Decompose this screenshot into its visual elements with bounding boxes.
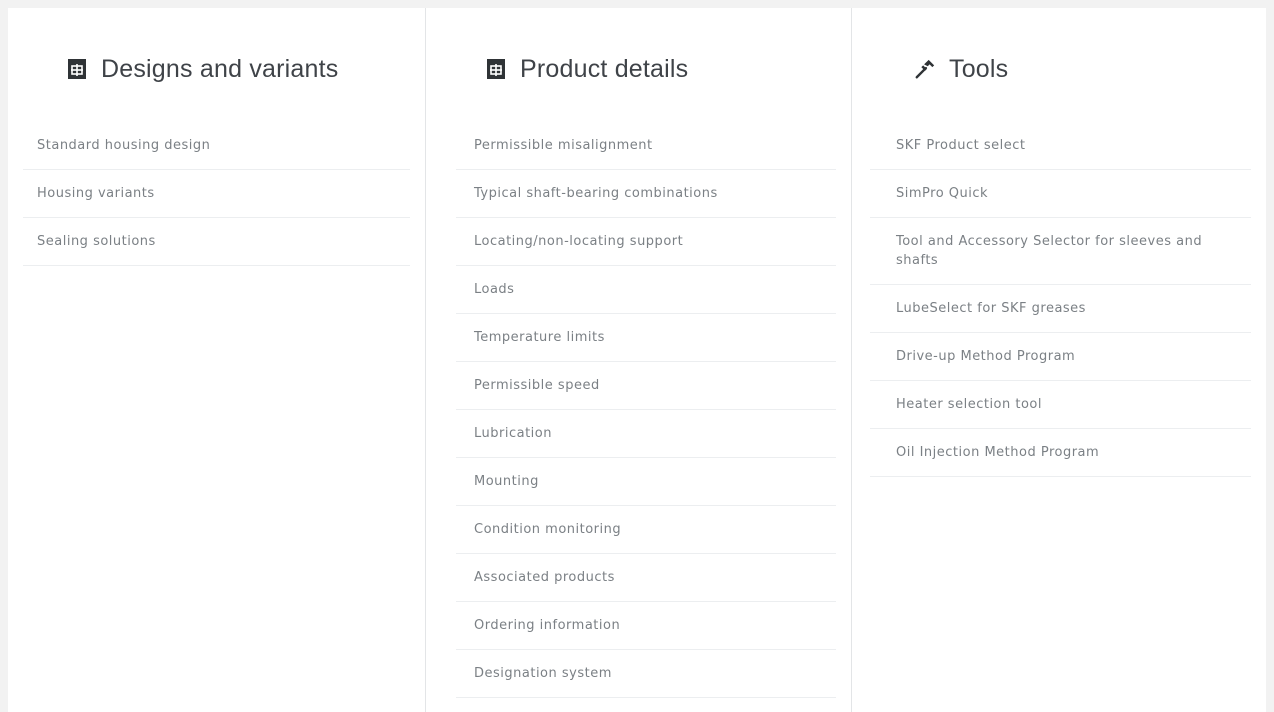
- tools-header: Tools: [870, 8, 1251, 122]
- link-heater-selection-tool[interactable]: Heater selection tool: [870, 381, 1251, 429]
- link-lubeselect-for-skf-greases[interactable]: LubeSelect for SKF greases: [870, 285, 1251, 333]
- tools-column: Tools SKF Product select SimPro Quick To…: [852, 8, 1266, 712]
- tools-list: SKF Product select SimPro Quick Tool and…: [870, 122, 1251, 477]
- link-simpro-quick[interactable]: SimPro Quick: [870, 170, 1251, 218]
- link-lubrication[interactable]: Lubrication: [456, 410, 836, 458]
- link-locating-non-locating-support[interactable]: Locating/non-locating support: [456, 218, 836, 266]
- product-details-header: Product details: [456, 8, 836, 122]
- column-title: Product details: [520, 55, 689, 83]
- link-skf-product-select[interactable]: SKF Product select: [870, 122, 1251, 170]
- link-housing-variants[interactable]: Housing variants: [23, 170, 410, 218]
- document-icon: [485, 57, 507, 81]
- link-associated-products[interactable]: Associated products: [456, 554, 836, 602]
- link-loads[interactable]: Loads: [456, 266, 836, 314]
- link-typical-shaft-bearing-combinations[interactable]: Typical shaft-bearing combinations: [456, 170, 836, 218]
- link-permissible-speed[interactable]: Permissible speed: [456, 362, 836, 410]
- link-designation-system[interactable]: Designation system: [456, 650, 836, 698]
- column-title: Designs and variants: [101, 55, 339, 83]
- link-tool-and-accessory-selector[interactable]: Tool and Accessory Selector for sleeves …: [870, 218, 1251, 285]
- designs-and-variants-column: Designs and variants Standard housing de…: [8, 8, 426, 712]
- link-mounting[interactable]: Mounting: [456, 458, 836, 506]
- column-title: Tools: [949, 55, 1009, 83]
- link-ordering-information[interactable]: Ordering information: [456, 602, 836, 650]
- link-permissible-misalignment[interactable]: Permissible misalignment: [456, 122, 836, 170]
- hammer-icon: [914, 57, 936, 81]
- link-oil-injection-method-program[interactable]: Oil Injection Method Program: [870, 429, 1251, 477]
- navigation-panel: Designs and variants Standard housing de…: [8, 8, 1266, 712]
- link-standard-housing-design[interactable]: Standard housing design: [23, 122, 410, 170]
- link-condition-monitoring[interactable]: Condition monitoring: [456, 506, 836, 554]
- designs-and-variants-header: Designs and variants: [23, 8, 410, 122]
- product-details-column: Product details Permissible misalignment…: [426, 8, 852, 712]
- product-details-list: Permissible misalignment Typical shaft-b…: [456, 122, 836, 698]
- designs-and-variants-list: Standard housing design Housing variants…: [23, 122, 410, 266]
- document-icon: [66, 57, 88, 81]
- link-sealing-solutions[interactable]: Sealing solutions: [23, 218, 410, 266]
- link-drive-up-method-program[interactable]: Drive-up Method Program: [870, 333, 1251, 381]
- link-temperature-limits[interactable]: Temperature limits: [456, 314, 836, 362]
